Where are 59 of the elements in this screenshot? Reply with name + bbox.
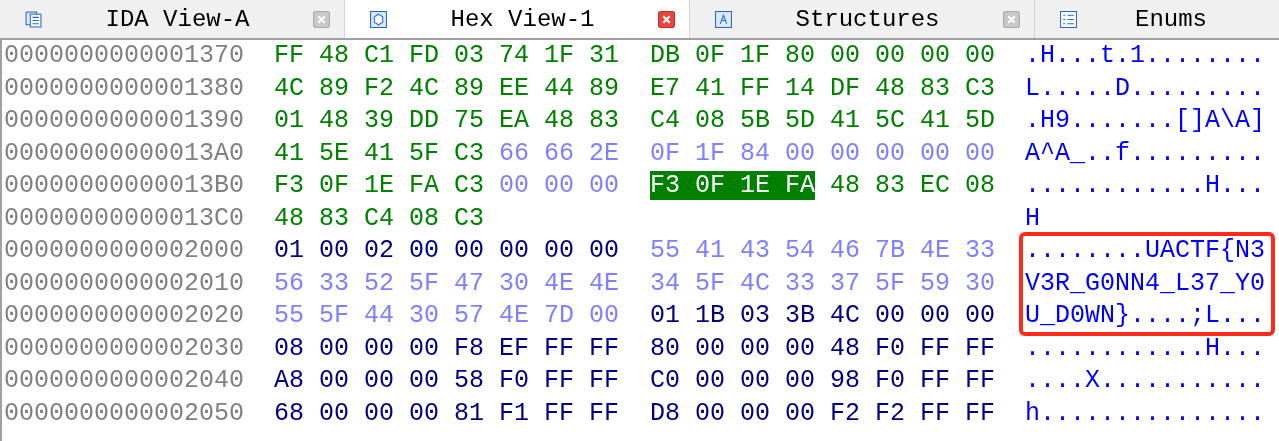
address: 00000000000013B0 <box>4 170 244 202</box>
tab[interactable]: Enums <box>1035 0 1279 38</box>
address: 00000000000013A0 <box>4 137 244 170</box>
hex-bytes: C4 08 5B 5D 41 5C 41 5D <box>650 106 996 135</box>
hex-bytes: 66 66 2E <box>499 138 620 168</box>
hex-bytes: A8 00 00 00 58 F0 FF FF <box>274 366 620 395</box>
hex-bytes: 01 48 39 DD 75 EA 48 83 <box>274 106 620 135</box>
hex-bytes: 55 5F 44 30 57 4E 7D 00 <box>274 301 620 330</box>
ascii-text: .H...t.1........ <box>1025 40 1266 72</box>
ascii-text: L.....D......... <box>1025 72 1266 105</box>
hex-bytes: 00 00 00 <box>499 171 620 200</box>
selected-hex-bytes: F3 0F 1E FA <box>650 171 816 200</box>
hex-bytes: 4C 89 F2 4C 89 EE 44 89 <box>274 73 620 103</box>
tab[interactable]: Hex View-1 <box>345 0 690 38</box>
hex-bytes: 48 83 C4 08 C3 <box>274 203 485 233</box>
hex-bytes: 56 33 52 5F 47 30 4E 4E <box>274 268 620 298</box>
ascii-text: h............... <box>1025 397 1266 430</box>
list-icon <box>1060 10 1077 28</box>
tab[interactable]: Structures <box>690 0 1035 38</box>
address: 0000000000002020 <box>4 300 244 332</box>
listing-icon <box>25 10 42 28</box>
hex-bytes: 01 1B 03 3B 4C 00 00 00 <box>650 301 996 330</box>
address: 0000000000002040 <box>4 365 244 397</box>
address: 0000000000002050 <box>4 397 244 430</box>
ascii-text: H <box>1025 202 1040 235</box>
ascii-text: U_D0WN}....;L... <box>1025 300 1266 332</box>
hex-bytes: 68 00 00 00 81 F1 FF FF <box>274 398 620 428</box>
hex-bytes: 08 00 00 00 F8 EF FF FF <box>274 333 620 363</box>
address: 0000000000001390 <box>4 105 244 137</box>
hex-bytes: 55 41 43 54 46 7B 4E 33 <box>650 236 996 265</box>
hex-bytes: DB 0F 1F 80 00 00 00 00 <box>650 41 996 70</box>
ascii-text: A^A_..f......... <box>1025 137 1266 170</box>
address: 0000000000001370 <box>4 40 244 72</box>
tab[interactable]: IDA View-A <box>0 0 345 38</box>
hex-bytes: D8 00 00 00 F2 F2 FF FF <box>650 398 996 428</box>
ascii-text: .H9.......[]A\A] <box>1025 105 1266 137</box>
hex-bytes: C0 00 00 00 98 F0 FF FF <box>650 366 996 395</box>
address: 0000000000002000 <box>4 235 244 267</box>
address: 0000000000001380 <box>4 72 244 105</box>
address: 00000000000013C0 <box>4 202 244 235</box>
ascii-text: ....X........... <box>1025 365 1266 397</box>
address: 0000000000002010 <box>4 267 244 300</box>
hex-bytes: 34 5F 4C 33 37 5F 59 30 <box>650 268 996 298</box>
hex-bytes: 01 00 02 00 00 00 00 00 <box>274 236 620 265</box>
hexagon-icon <box>370 10 387 28</box>
hex-bytes: 80 00 00 00 48 F0 FF FF <box>650 333 996 363</box>
hex-bytes: 0F 1F 84 00 00 00 00 00 <box>650 138 996 168</box>
hex-bytes: E7 41 FF 14 DF 48 83 C3 <box>650 73 996 103</box>
hex-bytes: FF 48 C1 FD 03 74 1F 31 <box>274 41 620 70</box>
ascii-text: ........UACTF{N3 <box>1025 235 1266 267</box>
ascii-text: ............H... <box>1025 332 1266 365</box>
hex-bytes: F3 0F 1E FA C3 <box>274 171 485 200</box>
address: 0000000000002030 <box>4 332 244 365</box>
hex-bytes: 41 5E 41 5F C3 <box>274 138 485 168</box>
ascii-text: V3R_G0NN4_L37_Y0 <box>1025 267 1266 300</box>
ascii-text: ............H... <box>1025 170 1266 202</box>
hex-bytes: 48 83 EC 08 <box>830 171 996 200</box>
letter-a-icon <box>715 10 732 28</box>
close-button[interactable] <box>658 10 675 28</box>
